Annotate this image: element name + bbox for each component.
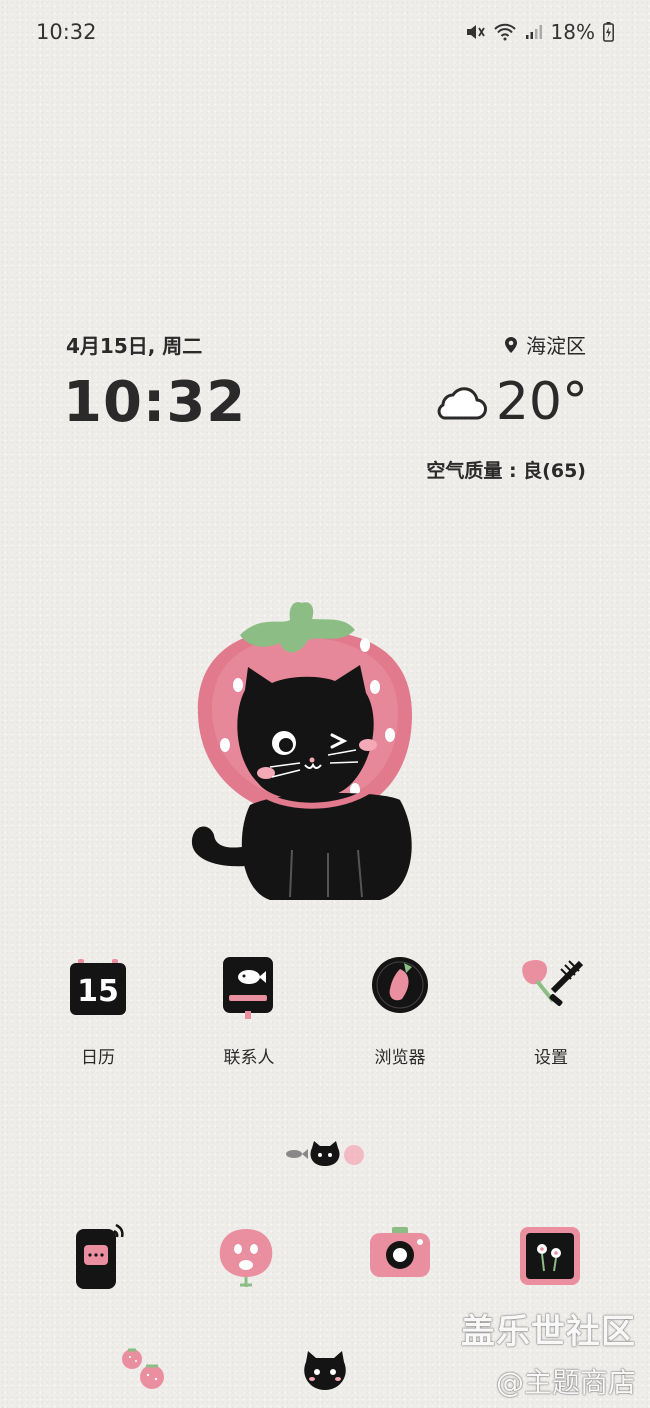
calendar-day: 15 — [77, 974, 119, 1009]
status-bar: 10:32 18% — [0, 0, 650, 70]
dock — [0, 1215, 650, 1305]
app-label-calendar: 日历 — [81, 1048, 115, 1068]
clock-weather-widget[interactable]: 4月15日, 周二 10:32 海淀区 20° 空气质量 : 良(65) — [0, 320, 650, 500]
dock-app-phone[interactable] — [56, 1215, 140, 1299]
settings-icon — [509, 945, 593, 1029]
wifi-icon — [493, 23, 516, 41]
air-quality: 空气质量 : 良(65) — [426, 460, 586, 482]
status-time: 10:32 — [36, 20, 97, 44]
weather-display[interactable]: 20° — [430, 372, 588, 432]
browser-icon — [358, 945, 442, 1029]
messages-icon — [219, 1229, 273, 1287]
dock-app-messages[interactable] — [204, 1215, 288, 1299]
dock-app-gallery[interactable] — [508, 1215, 592, 1299]
cat-face-icon — [310, 1141, 340, 1166]
app-settings[interactable]: 设置 — [496, 945, 606, 1068]
app-label-browser: 浏览器 — [374, 1048, 426, 1068]
location-pin-icon — [505, 336, 517, 353]
cloud-icon — [437, 387, 487, 420]
cat-head-decoration-icon — [304, 1351, 346, 1390]
widget-clock[interactable]: 10:32 — [63, 370, 246, 435]
watermark: 盖乐世社区 @主题商店 — [461, 1304, 636, 1401]
widget-date: 4月15日, 周二 — [66, 334, 203, 358]
location-label: 海淀区 — [526, 334, 586, 358]
app-contacts[interactable]: 联系人 — [194, 945, 304, 1068]
app-label-contacts: 联系人 — [223, 1048, 275, 1068]
calendar-icon: 15 — [56, 945, 140, 1029]
fish-icon — [286, 1149, 308, 1159]
phone-icon — [76, 1223, 124, 1289]
strawberry-dot-icon — [344, 1145, 364, 1165]
dock-app-camera[interactable] — [358, 1215, 442, 1299]
contacts-icon — [207, 945, 291, 1029]
camera-icon — [370, 1227, 430, 1277]
signal-icon — [525, 25, 542, 39]
app-label-settings: 设置 — [534, 1048, 568, 1068]
watermark-theme-store: @主题商店 — [495, 1366, 636, 1399]
status-icons: 18% — [465, 20, 614, 44]
strawberry-decoration-icon — [122, 1348, 164, 1389]
temperature: 20° — [495, 372, 588, 432]
gallery-icon — [520, 1227, 580, 1285]
page-indicator[interactable] — [280, 1138, 370, 1170]
app-calendar[interactable]: 15 日历 — [43, 945, 153, 1068]
app-grid-row: 15 日历 联系人 浏览器 设置 — [0, 945, 650, 1075]
battery-percent: 18% — [550, 20, 595, 44]
battery-icon — [603, 22, 614, 42]
cat-strawberry-illustration — [191, 602, 412, 900]
widget-location[interactable]: 海淀区 — [504, 330, 586, 359]
mute-icon — [466, 25, 485, 39]
app-browser[interactable]: 浏览器 — [345, 945, 455, 1068]
watermark-community: 盖乐世社区 — [461, 1312, 636, 1352]
